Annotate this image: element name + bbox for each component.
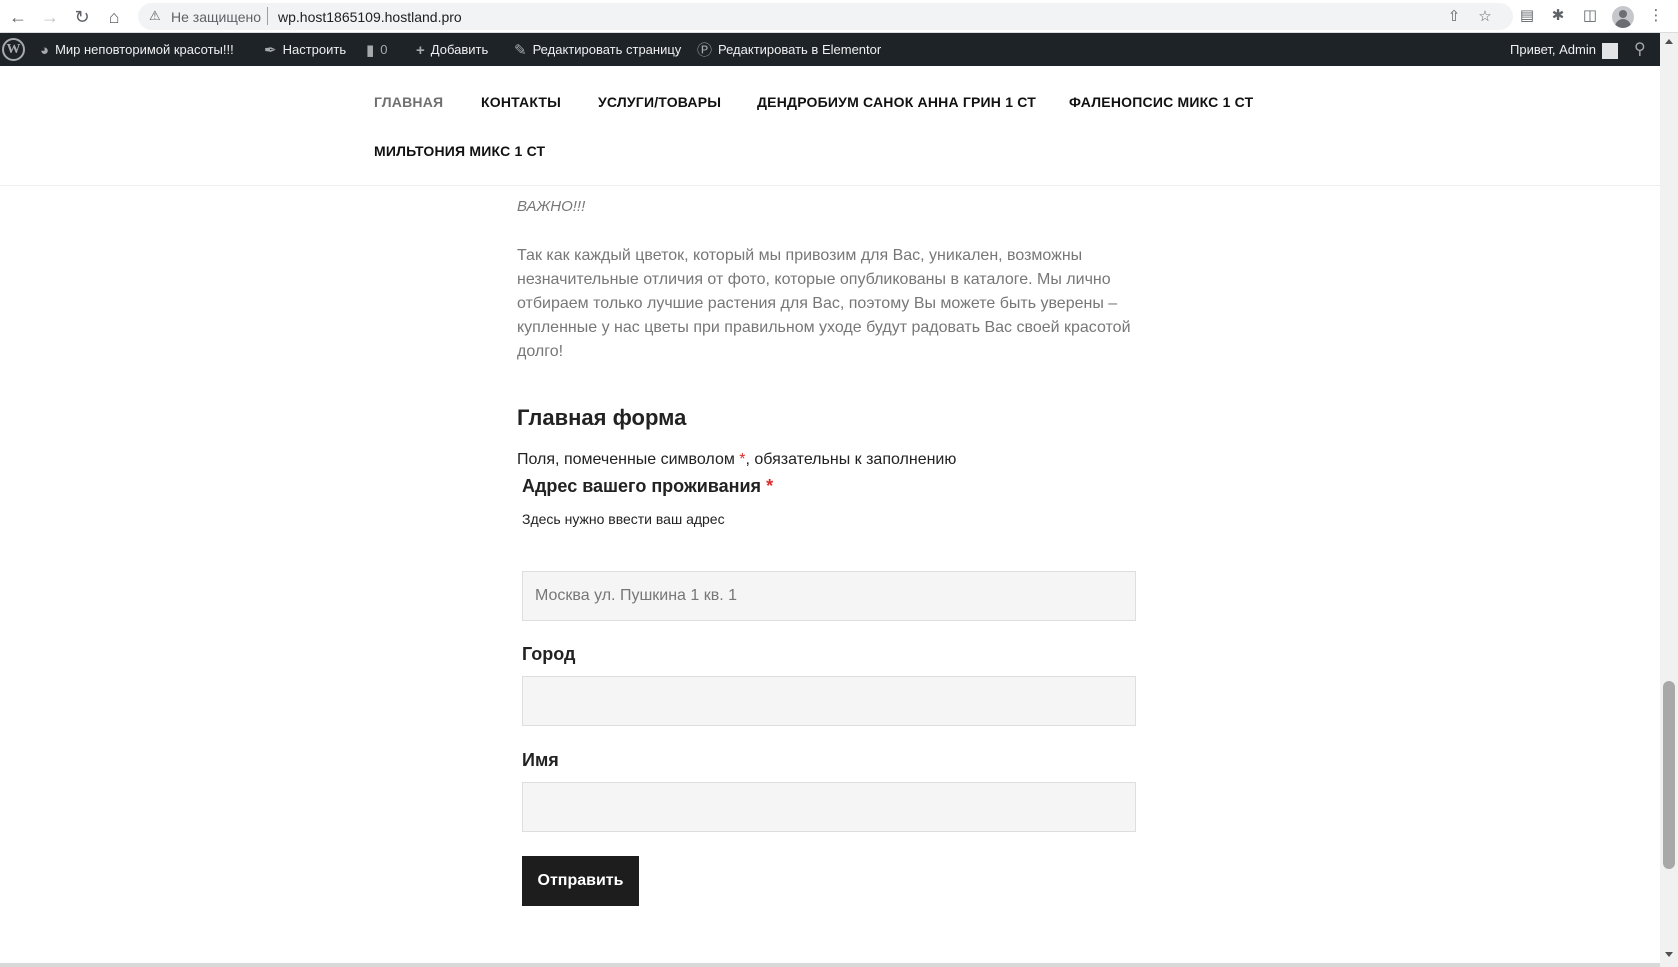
insecure-label: Не защищено: [171, 9, 261, 25]
admin-bar-add-new[interactable]: + Добавить: [416, 33, 488, 66]
comments-count: 0: [380, 42, 388, 57]
required-note-prefix: Поля, помеченные символом: [517, 451, 740, 468]
share-icon[interactable]: ⇧: [1443, 6, 1465, 28]
back-icon[interactable]: ←: [5, 4, 31, 30]
profile-icon[interactable]: [1612, 6, 1634, 28]
form-title: Главная форма: [517, 405, 687, 430]
address-required-asterisk: *: [766, 476, 774, 496]
tab-search-icon[interactable]: ▤: [1515, 4, 1539, 28]
page-scrollbar[interactable]: [1660, 33, 1678, 967]
nav-item-home[interactable]: ГЛАВНАЯ: [374, 94, 443, 110]
customize-label: Настроить: [282, 42, 347, 57]
name-label: Имя: [522, 750, 559, 770]
required-note-suffix: , обязательны к заполнению: [745, 451, 957, 468]
admin-bar-elementor[interactable]: Ⓟ Редактировать в Elementor: [697, 33, 881, 66]
brush-icon: ✒: [264, 42, 277, 60]
star-icon[interactable]: ☆: [1474, 6, 1496, 28]
scrollbar-thumb[interactable]: [1663, 681, 1675, 869]
elementor-icon: Ⓟ: [697, 42, 713, 60]
nav-item-phalaenopsis[interactable]: ФАЛЕНОПСИС МИКС 1 СТ: [1069, 94, 1253, 110]
site-navigation: ГЛАВНАЯ КОНТАКТЫ УСЛУГИ/ТОВАРЫ ДЕНДРОБИУ…: [0, 66, 1660, 186]
scroll-up-icon[interactable]: [1665, 39, 1673, 44]
greeting-label: Привет, Admin: [1510, 42, 1596, 57]
nav-item-services[interactable]: УСЛУГИ/ТОВАРЫ: [598, 94, 721, 110]
admin-bar-comments[interactable]: ▮ 0: [366, 33, 388, 66]
site-name: Мир неповторимой красоты!!!: [55, 42, 234, 57]
browser-toolbar: ← → ↻ ⌂ ⚠ Не защищено wp.host1865109.hos…: [0, 0, 1678, 33]
admin-bar-customize[interactable]: ✒ Настроить: [264, 33, 346, 66]
side-panel-icon[interactable]: ◫: [1578, 4, 1602, 28]
address-description: Здесь нужно ввести ваш адрес: [522, 511, 725, 527]
edit-elementor-label: Редактировать в Elementor: [718, 42, 882, 57]
comment-icon: ▮: [366, 42, 375, 60]
reload-icon[interactable]: ↻: [69, 4, 95, 30]
nav-item-dendrobium[interactable]: ДЕНДРОБИУМ САНОК АННА ГРИН 1 СТ: [757, 94, 1036, 110]
search-icon[interactable]: ⚲: [1634, 33, 1646, 66]
pencil-icon: ✎: [514, 42, 527, 60]
extensions-icon[interactable]: ✱: [1546, 4, 1570, 28]
city-input[interactable]: [522, 676, 1136, 726]
admin-bar-edit-page[interactable]: ✎ Редактировать страницу: [514, 33, 681, 66]
address-label-text: Адрес вашего проживания: [522, 476, 762, 496]
wp-admin-bar: W ◕ Мир неповторимой красоты!!! ✒ Настроит…: [0, 33, 1660, 66]
edit-page-label: Редактировать страницу: [532, 42, 682, 57]
home-icon[interactable]: ⌂: [101, 4, 127, 30]
plus-icon: +: [416, 42, 425, 60]
nav-item-contacts[interactable]: КОНТАКТЫ: [481, 94, 561, 110]
address-input[interactable]: [522, 571, 1136, 621]
scroll-down-icon[interactable]: [1665, 952, 1673, 957]
admin-avatar-icon: [1601, 42, 1618, 59]
omnibox-divider: [267, 7, 268, 25]
address-bar[interactable]: ⚠ Не защищено wp.host1865109.hostland.pr…: [138, 3, 1513, 30]
product-disclaimer: Так как каждый цветок, который мы привоз…: [517, 247, 1131, 360]
submit-button[interactable]: Отправить: [522, 856, 639, 906]
forward-icon[interactable]: →: [37, 4, 63, 30]
bottom-edge: [0, 963, 1660, 967]
required-note: Поля, помеченные символом *, обязательны…: [517, 451, 956, 469]
add-new-label: Добавить: [430, 42, 489, 57]
important-note: ВАЖНО!!!: [517, 198, 586, 215]
name-input[interactable]: [522, 782, 1136, 832]
admin-bar-site[interactable]: ◕ Мир неповторимой красоты!!!: [40, 33, 234, 66]
nav-item-miltonia[interactable]: МИЛЬТОНИЯ МИКС 1 СТ: [374, 143, 545, 159]
dashboard-icon: ◕: [40, 42, 50, 60]
url-text[interactable]: wp.host1865109.hostland.pro: [278, 9, 462, 25]
admin-bar-account[interactable]: Привет, Admin: [1510, 33, 1618, 66]
address-label: Адрес вашего проживания *: [522, 476, 773, 497]
wordpress-logo-icon[interactable]: W: [2, 38, 25, 61]
city-label: Город: [522, 644, 576, 664]
warning-icon: ⚠: [149, 8, 161, 23]
menu-icon[interactable]: ⋮: [1644, 4, 1668, 28]
